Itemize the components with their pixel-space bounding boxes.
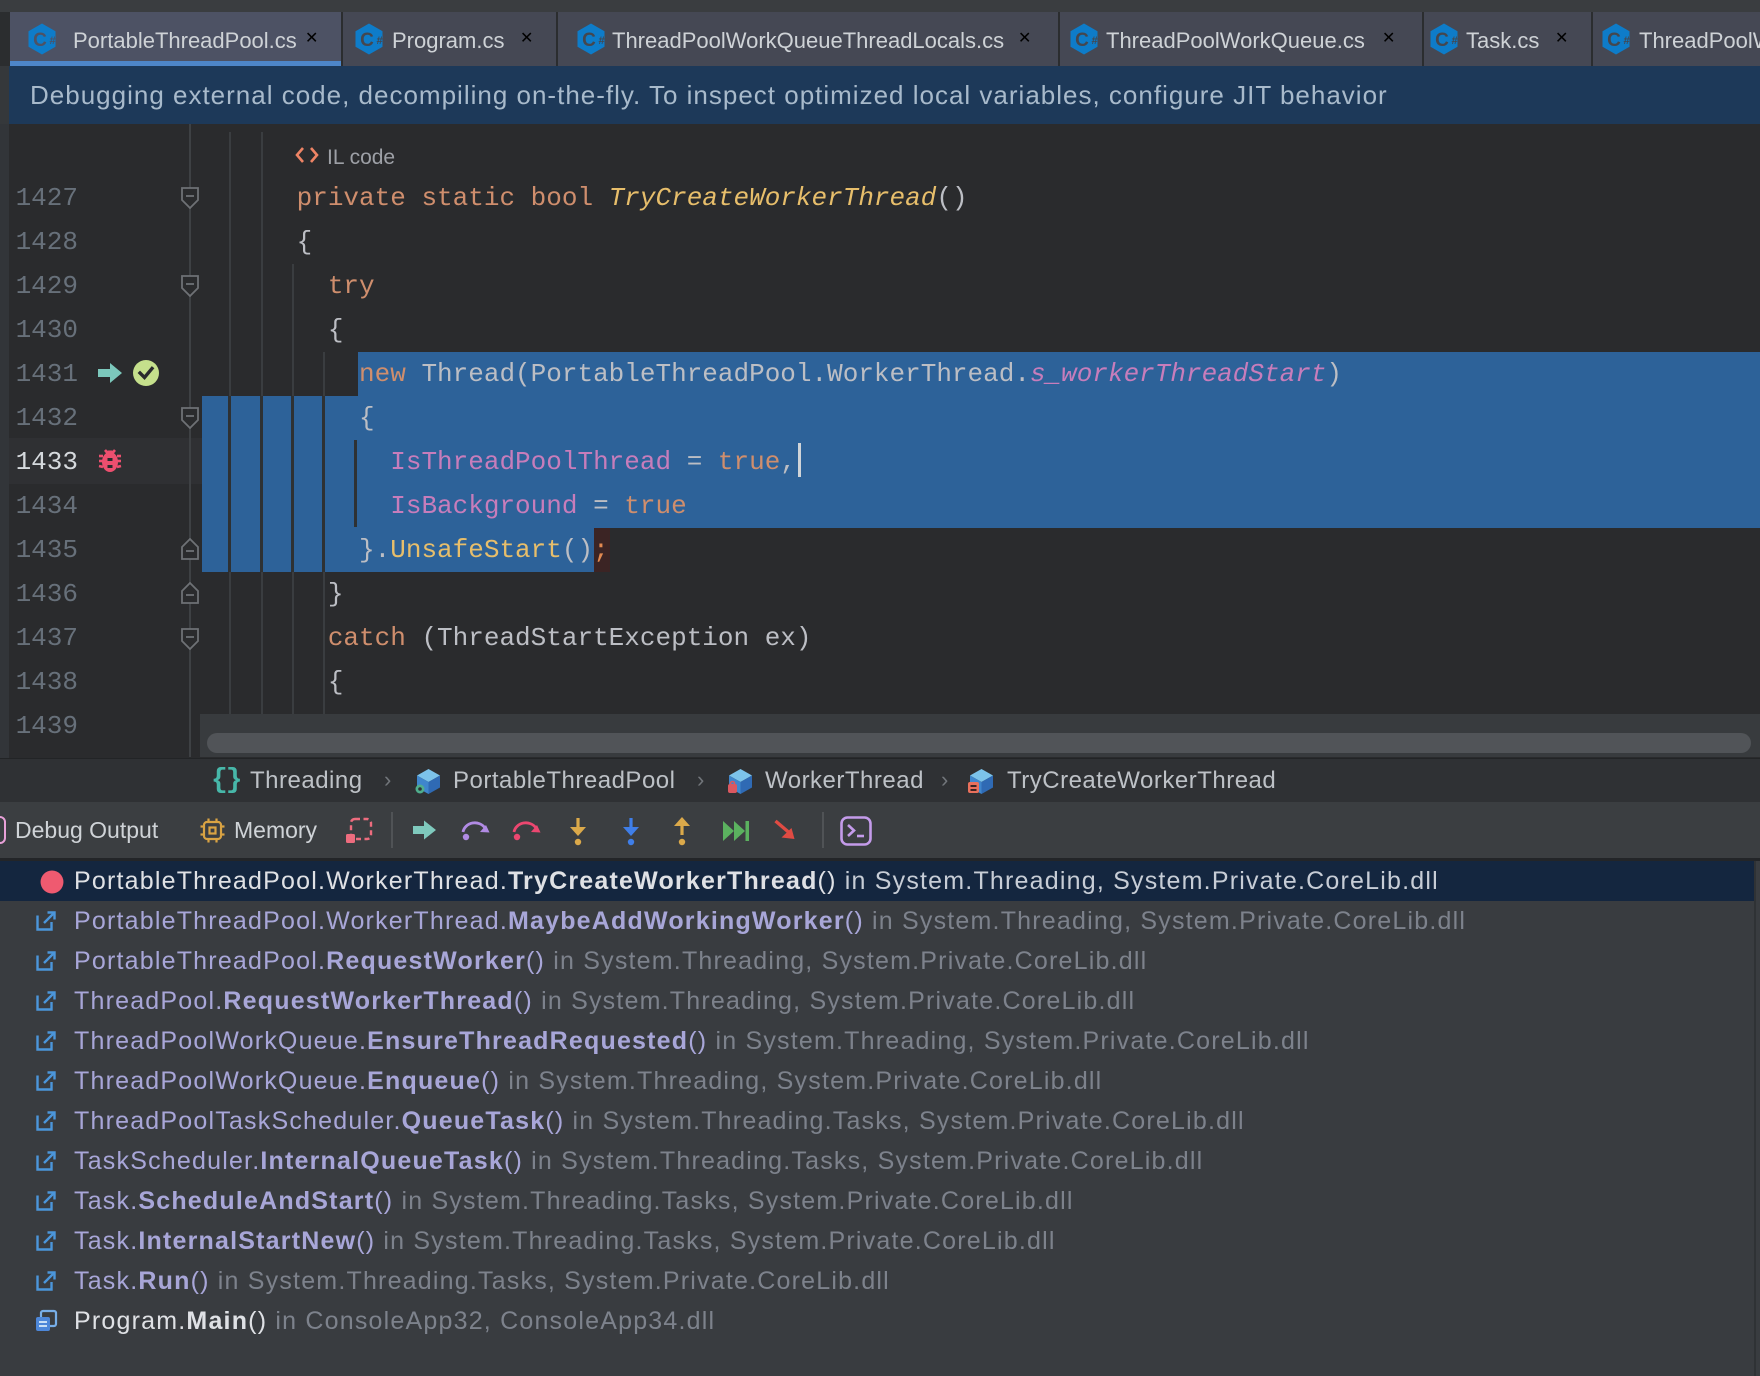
svg-text:C: C [1075, 30, 1089, 51]
svg-text:C: C [1435, 30, 1449, 51]
svg-text:#: # [599, 35, 605, 47]
svg-text:C: C [33, 30, 47, 51]
svg-text:#: # [377, 35, 383, 47]
svg-text:#: # [1092, 35, 1098, 47]
svg-text:C: C [582, 30, 596, 51]
svg-text:#: # [1624, 35, 1630, 47]
svg-text:#: # [1452, 35, 1458, 47]
svg-text:C: C [360, 30, 374, 51]
svg-text:C: C [1607, 30, 1621, 51]
svg-text:#: # [50, 35, 56, 47]
